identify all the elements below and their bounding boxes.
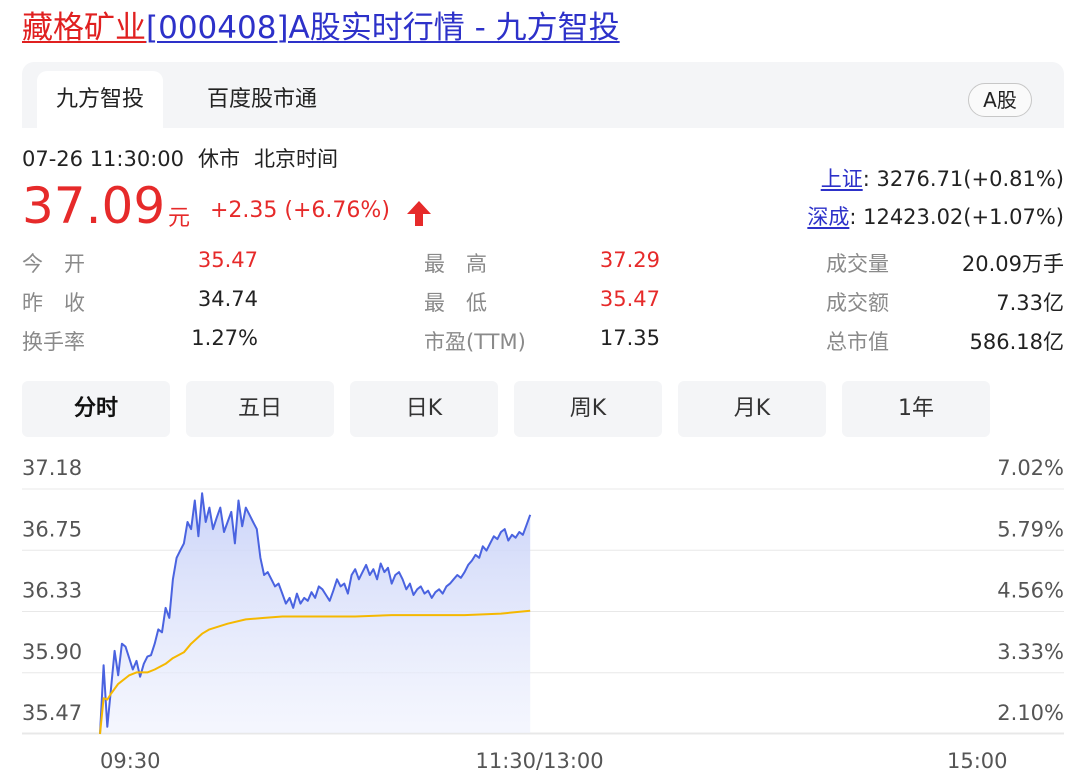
- stat-value-volume: 20.09万手: [961, 252, 1064, 276]
- x-tick-label: 15:00: [947, 749, 1008, 773]
- timezone-label: 北京时间: [254, 147, 339, 171]
- index-shanghai-value: : 3276.71(+0.81%): [862, 167, 1064, 191]
- tab-baidu[interactable]: 百度股市通: [192, 71, 332, 128]
- stat-value-high: 37.29: [599, 248, 660, 272]
- price-change: +2.35 (+6.76%): [210, 198, 390, 223]
- period-monthly-k-button[interactable]: 月K: [678, 381, 826, 437]
- y-tick-label-right: 3.33%: [997, 640, 1064, 664]
- index-shenzhen: 深成: 12423.02(+1.07%): [807, 201, 1064, 231]
- title-link[interactable]: [000408]A股实时行情 - 九方智投: [146, 10, 620, 46]
- y-tick-label-left: 35.90: [22, 640, 82, 664]
- period-daily-k-button[interactable]: 日K: [350, 381, 498, 437]
- stat-label-market-cap: 总市值: [826, 330, 889, 354]
- index-shenzhen-value: : 12423.02(+1.07%): [849, 205, 1064, 229]
- y-tick-label-right: 4.56%: [997, 579, 1064, 603]
- tab-jiufang[interactable]: 九方智投: [37, 71, 163, 128]
- arrow-up-icon: [407, 201, 431, 226]
- stock-name-link[interactable]: 藏格矿业: [22, 10, 146, 46]
- stat-label-open: 今 开: [22, 252, 85, 276]
- stat-value-pe-ttm: 17.35: [599, 326, 660, 350]
- market-state: 休市: [198, 147, 241, 171]
- y-tick-label-left: 36.33: [22, 579, 82, 603]
- y-tick-label-right: 7.02%: [997, 456, 1064, 480]
- stat-label-prev-close: 昨 收: [22, 291, 85, 315]
- stat-label-turnover: 成交额: [826, 291, 889, 315]
- stat-label-volume: 成交量: [826, 252, 889, 276]
- period-intraday-button[interactable]: 分时: [22, 381, 170, 437]
- period-5day-button[interactable]: 五日: [186, 381, 334, 437]
- index-shenzhen-link[interactable]: 深成: [807, 205, 849, 229]
- stat-label-high: 最 高: [424, 252, 487, 276]
- period-1year-button[interactable]: 1年: [842, 381, 990, 437]
- source-tab-bar: 九方智投 百度股市通 A股: [22, 62, 1064, 128]
- stat-value-turnover-rate: 1.27%: [191, 326, 258, 350]
- quote-datetime: 07-26 11:30:00: [22, 147, 185, 171]
- y-tick-label-left: 37.18: [22, 456, 82, 480]
- stat-value-prev-close: 34.74: [197, 287, 258, 311]
- stat-value-open: 35.47: [197, 248, 258, 272]
- status-line: 07-26 11:30:00 休市 北京时间: [22, 143, 352, 173]
- stat-label-pe-ttm: 市盈(TTM): [424, 330, 526, 354]
- stat-value-market-cap: 586.18亿: [969, 330, 1064, 354]
- stat-label-low: 最 低: [424, 291, 487, 315]
- x-tick-label: 11:30/13:00: [476, 749, 604, 773]
- stat-value-turnover: 7.33亿: [996, 291, 1064, 315]
- page-title[interactable]: 藏格矿业[000408]A股实时行情 - 九方智投: [22, 6, 620, 50]
- stat-label-turnover-rate: 换手率: [22, 330, 85, 354]
- current-price: 37.09: [22, 177, 166, 235]
- x-tick-label: 09:30: [100, 749, 161, 773]
- intraday-chart[interactable]: 37.18 36.75 36.33 35.90 35.47 7.02% 5.79% 4.56%…: [0, 440, 1080, 783]
- y-tick-label-right: 2.10%: [997, 701, 1064, 725]
- y-tick-label-right: 5.79%: [997, 517, 1064, 541]
- index-shanghai: 上证: 3276.71(+0.81%): [821, 163, 1064, 193]
- market-badge: A股: [968, 83, 1032, 117]
- stat-value-low: 35.47: [599, 287, 660, 311]
- index-shanghai-link[interactable]: 上证: [821, 167, 863, 191]
- period-weekly-k-button[interactable]: 周K: [514, 381, 662, 437]
- y-tick-label-left: 35.47: [22, 701, 82, 725]
- price-unit: 元: [168, 206, 191, 231]
- y-tick-label-left: 36.75: [22, 517, 82, 541]
